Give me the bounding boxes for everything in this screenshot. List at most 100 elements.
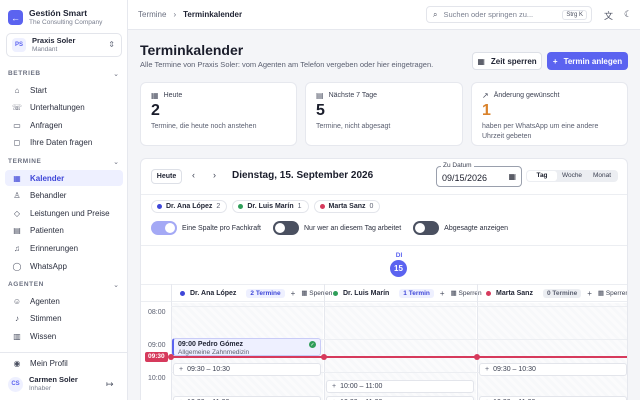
stat-label: Änderung gewünscht [493, 92, 560, 99]
toggle-switch[interactable] [151, 221, 177, 235]
stat-card-change-requested: ↗ Änderung gewünscht 1 haben per WhatsApp… [471, 82, 628, 146]
search-input[interactable]: ⌕ Suchen oder springen zu... Strg K [426, 6, 592, 23]
free-slot[interactable]: +10:30 – 11:30 [173, 396, 321, 400]
tenant-switcher[interactable]: PS Praxis Soler Mandant ⇕ [6, 33, 122, 57]
calendar-week-icon: ▤ [316, 91, 324, 100]
column-practitioner-name: Marta Sanz [496, 289, 533, 297]
free-slot[interactable]: +10:00 – 11:00 [326, 380, 474, 393]
color-dot [486, 290, 491, 296]
chevron-down-icon[interactable]: ⌄ [113, 281, 119, 289]
back-arrow-icon[interactable]: ← [8, 10, 23, 25]
sidebar-item-patienten[interactable]: ▤ Patienten [5, 223, 123, 239]
new-appointment-button[interactable]: + Termin anlegen [547, 52, 628, 70]
user-name: Carmen Soler [29, 375, 78, 384]
block-column-button[interactable]: ▦ Sperren [598, 289, 628, 297]
hour-line [171, 306, 627, 307]
logout-icon[interactable]: ↦ [106, 379, 114, 390]
block-column-button[interactable]: ▦ Sperren [301, 289, 332, 297]
phone-icon: ☏ [12, 103, 23, 113]
stat-card-today: ▦ Heute 2 Termine, die heute noch anstehe… [140, 82, 297, 146]
add-appointment-icon[interactable]: + [587, 289, 592, 298]
chevron-down-icon[interactable]: ⌄ [113, 158, 119, 166]
day-grid: DI 15 Dr. Ana López 2 Termine + ▦ Sperren Dr… [141, 245, 628, 400]
breadcrumb: Termine › Terminkalender [138, 10, 242, 19]
option-toggle[interactable]: Nur wer an diesem Tag arbeitet [273, 221, 401, 235]
new-appointment-label: Termin anlegen [563, 56, 623, 66]
sidebar-item-profile[interactable]: ◉ Mein Profil [5, 355, 123, 371]
calendar-toolbar: Heute ‹ › Dienstag, 15. September 2026 Z… [141, 159, 627, 195]
sidebar: ← Gestión Smart The Consulting Company P… [0, 0, 128, 400]
search-placeholder: Suchen oder springen zu... [443, 10, 534, 19]
stat-value: 2 [151, 102, 160, 119]
moon-icon[interactable]: ☾ [624, 9, 632, 20]
translate-icon[interactable]: 文 [604, 9, 613, 22]
user-circle-icon: ◉ [13, 358, 21, 368]
date-picker-field[interactable]: Zu Datum 09/15/2026 ▦ [436, 162, 522, 187]
sidebar-item-anfragen[interactable]: ▭ Anfragen [5, 117, 123, 133]
sidebar-item-kalender[interactable]: ▦ Kalender [5, 170, 123, 186]
sidebar-item-leistungen-und-preise[interactable]: ◇ Leistungen und Preise [5, 205, 123, 221]
free-slot[interactable]: +10:30 – 11:30 [326, 396, 474, 400]
option-toggle[interactable]: Abgesagte anzeigen [413, 221, 508, 235]
sidebar-item-label: Agenten [30, 296, 60, 306]
add-appointment-icon[interactable]: + [440, 289, 445, 298]
page-subtitle: Alle Termine von Praxis Soler: vom Agent… [140, 60, 434, 69]
view-week[interactable]: Woche [557, 171, 587, 181]
brand[interactable]: ← Gestión Smart The Consulting Company [8, 8, 102, 27]
sidebar-item-behandler[interactable]: ♙ Behandler [5, 188, 123, 204]
current-date-title: Dienstag, 15. September 2026 [232, 170, 374, 181]
chevron-left-icon[interactable]: ‹ [192, 170, 195, 180]
topbar: Termine › Terminkalender ⌕ Suchen oder s… [128, 0, 640, 30]
sidebar-item-ihre-daten-fragen[interactable]: ◻ Ihre Daten fragen [5, 135, 123, 151]
block-time-button[interactable]: ▦ Zeit sperren [472, 52, 542, 70]
stat-desc: haben per WhatsApp um eine andere Uhrzei… [482, 123, 599, 140]
user-card: CS Carmen Soler Inhaber [8, 375, 78, 393]
date-picker-label: Zu Datum [441, 162, 474, 169]
shortcut-badge: Strg K [562, 10, 587, 20]
chevron-right-icon[interactable]: › [213, 170, 216, 180]
chevron-down-icon[interactable]: ⌄ [113, 70, 119, 78]
free-slot[interactable]: +09:30 – 10:30 [479, 363, 627, 376]
toggle-knob [415, 223, 426, 233]
option-toggle[interactable]: Eine Spalte pro Fachkraft [151, 221, 261, 235]
sidebar-section-label: BETRIEB [8, 70, 41, 77]
view-day[interactable]: Tag [527, 171, 557, 181]
practitioner-count: 2 [216, 203, 221, 210]
breadcrumb-root[interactable]: Termine [138, 10, 166, 19]
sidebar-item-label: Anfragen [30, 120, 63, 130]
sidebar-item-start[interactable]: ⌂ Start [5, 82, 123, 98]
practitioner-chip[interactable]: Marta Sanz 0 [313, 200, 381, 213]
add-appointment-icon[interactable]: + [291, 289, 296, 298]
calendar-icon[interactable]: ▦ [508, 172, 516, 181]
sidebar-item-wissen[interactable]: ▥ Wissen [5, 328, 123, 344]
plus-icon: + [552, 56, 558, 66]
free-slot[interactable]: +10:30 – 11:30 [479, 396, 627, 400]
calendar-lock-icon: ▦ [477, 56, 485, 66]
chat-icon: ◻ [13, 138, 21, 148]
sidebar-item-agenten[interactable]: ☺ Agenten [5, 293, 123, 309]
toggle-switch[interactable] [273, 221, 299, 235]
today-button[interactable]: Heute [151, 169, 182, 184]
day-weekday: DI [395, 252, 403, 259]
sidebar-item-stimmen[interactable]: ♪ Stimmen [5, 311, 123, 327]
appointment-card[interactable]: 09:00 Pedro Gómez Allgemeine Zahnmedizin ✓ [172, 338, 321, 356]
sidebar-item-whatsapp[interactable]: ◯ WhatsApp [5, 258, 123, 274]
practitioner-name: Dr. Ana López [166, 203, 213, 210]
sidebar-item-label: Start [30, 85, 47, 95]
calendar-lock-icon: ▦ [450, 290, 459, 297]
free-slot[interactable]: +09:30 – 10:30 [173, 363, 321, 376]
view-month[interactable]: Monat [587, 171, 617, 181]
practitioner-count: 0 [369, 203, 374, 210]
toggle-switch[interactable] [413, 221, 440, 235]
practitioner-chip[interactable]: Dr. Ana López 2 [151, 200, 228, 213]
sidebar-item-unterhaltungen[interactable]: ☏ Unterhaltungen [5, 100, 123, 116]
appointment-time: 09:00 [178, 341, 196, 348]
tenant-badge: PS [12, 38, 26, 52]
sidebar-item-erinnerungen[interactable]: ♫ Erinnerungen [5, 240, 123, 256]
slot-time: 09:30 – 10:30 [187, 366, 230, 373]
practitioner-chip[interactable]: Dr. Luis Marín 1 [232, 200, 309, 213]
toggle-knob [275, 223, 285, 233]
practitioner-filter: Dr. Ana López 2 Dr. Luis Marín 1 Marta Sanz 0 [151, 200, 385, 213]
appointment-patient: Pedro Gómez [197, 341, 243, 348]
block-label: Sperren [605, 290, 628, 297]
